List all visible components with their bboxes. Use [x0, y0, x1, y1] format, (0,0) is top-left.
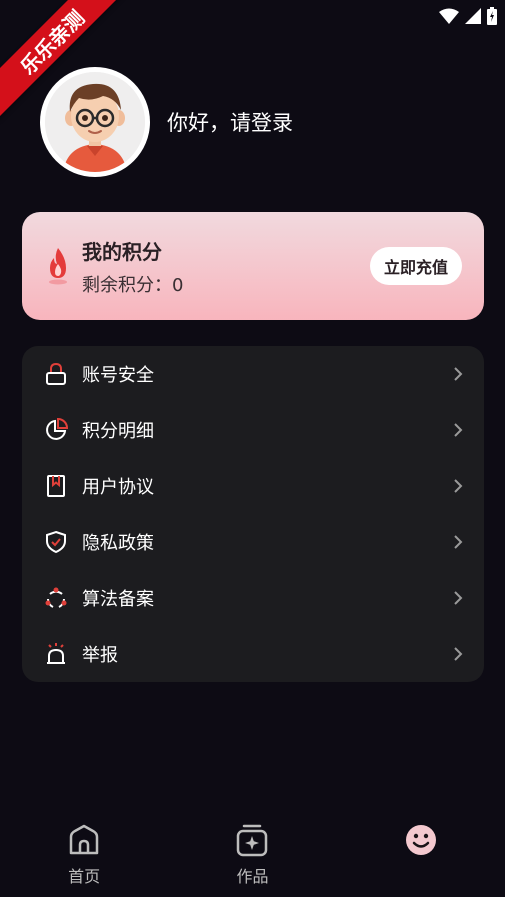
status-bar	[439, 4, 497, 28]
chevron-right-icon	[454, 647, 463, 661]
battery-icon	[487, 7, 497, 25]
login-prompt[interactable]: 你好，请登录	[167, 107, 293, 137]
chevron-right-icon	[454, 479, 463, 493]
menu-item-user-agreement[interactable]: 用户协议	[22, 458, 484, 514]
avatar[interactable]	[40, 67, 150, 177]
menu-item-points-detail[interactable]: 积分明细	[22, 402, 484, 458]
chevron-right-icon	[454, 591, 463, 605]
chevron-right-icon	[454, 535, 463, 549]
works-icon	[237, 824, 268, 857]
shield-check-icon	[44, 530, 68, 554]
bookmark-document-icon	[44, 474, 68, 498]
algorithm-nodes-icon	[44, 586, 68, 610]
menu-item-algorithm-filing[interactable]: 算法备案	[22, 570, 484, 626]
menu-item-report[interactable]: 举报	[22, 626, 484, 682]
signal-icon	[465, 8, 481, 24]
alarm-siren-icon	[44, 642, 68, 666]
points-title: 我的积分	[82, 239, 162, 264]
smiley-profile-icon	[405, 825, 436, 855]
tab-works[interactable]: 作品	[202, 823, 302, 886]
tab-label: 首页	[68, 867, 101, 886]
menu-item-label: 用户协议	[82, 477, 154, 498]
tab-home[interactable]: 首页	[34, 823, 134, 886]
menu-item-label: 举报	[82, 645, 118, 666]
fire-icon	[49, 248, 67, 285]
menu-item-privacy-policy[interactable]: 隐私政策	[22, 514, 484, 570]
lock-icon	[44, 362, 68, 386]
tab-profile[interactable]	[371, 823, 471, 883]
tab-label: 作品	[236, 867, 269, 886]
home-icon	[69, 824, 99, 855]
bottom-tab-bar: 首页 作品	[0, 801, 505, 897]
wifi-icon	[439, 8, 459, 24]
menu-item-label: 隐私政策	[82, 533, 154, 554]
chevron-right-icon	[454, 423, 463, 437]
points-remaining: 剩余积分：0	[82, 274, 184, 296]
profile-header[interactable]: 你好，请登录	[40, 67, 293, 177]
menu-item-label: 积分明细	[82, 421, 154, 442]
recharge-button[interactable]: 立即充值	[370, 247, 462, 285]
points-card: 我的积分 剩余积分：0 立即充值	[22, 212, 484, 320]
points-info: 我的积分 剩余积分：0	[82, 236, 370, 297]
avatar-image	[45, 72, 145, 172]
menu-item-label: 算法备案	[82, 589, 154, 610]
menu-item-account-security[interactable]: 账号安全	[22, 346, 484, 402]
menu-item-label: 账号安全	[82, 365, 154, 386]
settings-menu: 账号安全 积分明细 用户协议 隐私政策 算法备案 举报	[22, 346, 484, 682]
pie-chart-icon	[44, 418, 68, 442]
chevron-right-icon	[454, 367, 463, 381]
